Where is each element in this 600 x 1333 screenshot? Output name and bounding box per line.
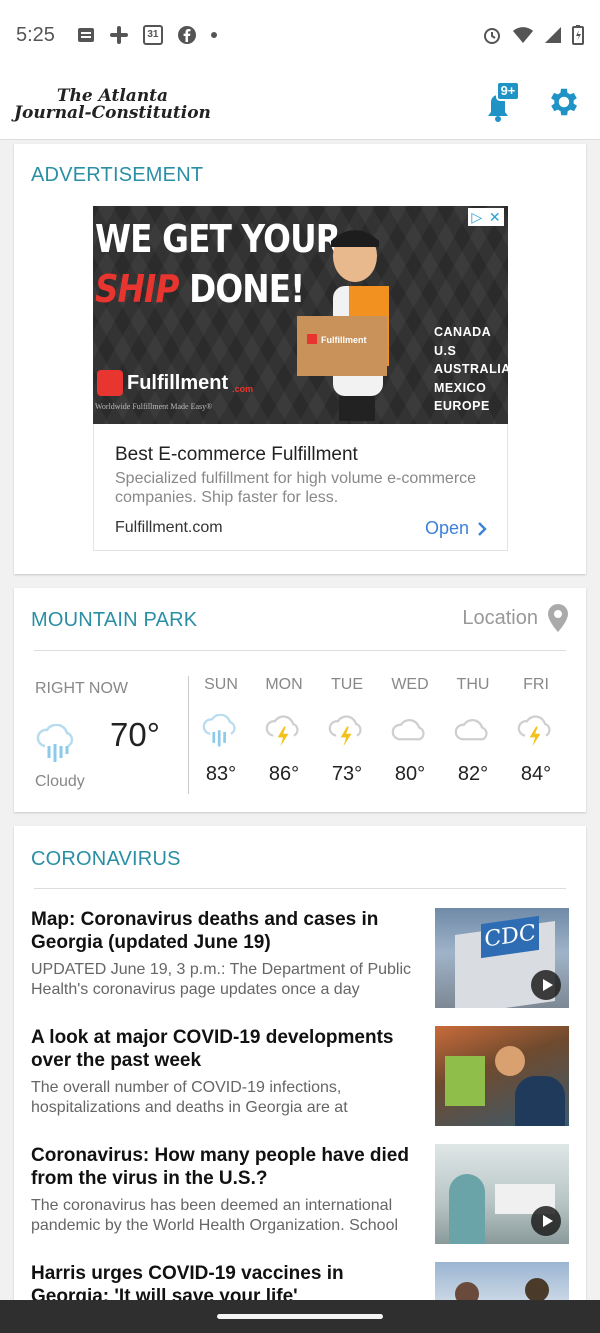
story-thumbnail[interactable]: CDC bbox=[435, 908, 569, 1008]
forecast-day[interactable]: FRI 84° bbox=[506, 676, 566, 786]
map-pin-icon bbox=[548, 604, 568, 632]
forecast-temperature: 82° bbox=[457, 763, 489, 785]
advertisement-label: ADVERTISEMENT bbox=[31, 164, 204, 186]
status-time: 5:25 bbox=[16, 23, 55, 46]
dot-icon bbox=[210, 32, 217, 38]
right-now-label: RIGHT NOW bbox=[35, 680, 129, 697]
forecast-temperature: 73° bbox=[331, 763, 363, 785]
story-headline[interactable]: Coronavirus: How many people have died f… bbox=[31, 1144, 411, 1190]
forecast-day-label: SUN bbox=[204, 676, 238, 693]
weather-vertical-divider bbox=[188, 676, 189, 794]
story-thumbnail[interactable] bbox=[435, 1144, 569, 1244]
coronavirus-news-card: CORONAVIRUS Map: Coronavirus deaths and … bbox=[14, 826, 586, 1333]
thunderstorm-icon bbox=[328, 715, 362, 747]
forecast-day-label: THU bbox=[456, 676, 490, 693]
current-temperature: 70° bbox=[110, 716, 160, 753]
battery-icon bbox=[572, 25, 584, 45]
location-button[interactable]: Location bbox=[462, 604, 568, 632]
weather-card[interactable]: MOUNTAIN PARK Location RIGHT NOW 70° Clo… bbox=[14, 588, 586, 812]
forecast-day[interactable]: THU 82° bbox=[443, 676, 503, 786]
settings-button[interactable] bbox=[546, 84, 582, 120]
gear-icon bbox=[551, 88, 578, 116]
forecast-day-label: MON bbox=[265, 676, 303, 693]
notification-badge: 9+ bbox=[496, 81, 520, 101]
home-gesture-handle[interactable] bbox=[217, 1314, 383, 1319]
news-story[interactable]: A look at major COVID-19 developments ov… bbox=[31, 1026, 571, 1126]
forecast-day[interactable]: MON 86° bbox=[254, 676, 314, 786]
thunderstorm-icon bbox=[517, 715, 551, 747]
weather-divider bbox=[34, 650, 566, 651]
weather-location-name: MOUNTAIN PARK bbox=[31, 609, 198, 631]
forecast-temperature: 80° bbox=[394, 763, 426, 785]
facebook-icon bbox=[177, 26, 196, 44]
cloud-icon bbox=[454, 718, 488, 741]
ad-description: Specialized fulfillment for high volume … bbox=[115, 470, 477, 506]
ad-box-label: Fulfillment bbox=[321, 335, 367, 345]
calendar-icon: 31 bbox=[142, 25, 163, 45]
app-header: The Atlanta Journal-Constitution 9+ bbox=[0, 70, 600, 140]
video-play-icon[interactable] bbox=[531, 1206, 561, 1236]
forecast-day[interactable]: SUN 83° bbox=[191, 676, 251, 786]
chevron-right-icon bbox=[478, 521, 487, 536]
delivery-person-illustration: Fulfillment bbox=[297, 230, 389, 421]
forecast-day-label: FRI bbox=[523, 676, 549, 693]
forecast-day[interactable]: WED 80° bbox=[380, 676, 440, 786]
story-headline[interactable]: Map: Coronavirus deaths and cases in Geo… bbox=[31, 908, 411, 954]
message-icon bbox=[77, 28, 94, 42]
forecast-temperature: 86° bbox=[268, 763, 300, 785]
alarm-icon bbox=[484, 28, 500, 44]
rain-icon bbox=[36, 724, 74, 762]
close-icon[interactable]: ✕ bbox=[489, 209, 501, 226]
ad-country-list: CANADA U.S AUSTRALIA MEXICO EUROPE bbox=[434, 325, 508, 413]
forecast-temperature: 83° bbox=[205, 763, 237, 785]
ad-choices-button[interactable]: ▷ ✕ bbox=[468, 208, 504, 226]
play-triangle-icon: ▷ bbox=[471, 208, 483, 225]
forecast-temperature: 84° bbox=[520, 763, 552, 785]
ad-title: Best E-commerce Fulfillment bbox=[115, 444, 358, 465]
story-headline[interactable]: A look at major COVID-19 developments ov… bbox=[31, 1026, 411, 1072]
ad-open-button[interactable]: Open bbox=[425, 518, 487, 539]
forecast-day-label: TUE bbox=[331, 676, 363, 693]
story-thumbnail[interactable] bbox=[435, 1026, 569, 1126]
ad-banner-brand: Fulfillment .com bbox=[97, 370, 253, 396]
ad-text-panel[interactable]: Best E-commerce Fulfillment Specialized … bbox=[93, 424, 508, 551]
news-divider bbox=[34, 888, 566, 889]
news-story[interactable]: Map: Coronavirus deaths and cases in Geo… bbox=[31, 908, 571, 1008]
story-summary: The overall number of COVID-19 infection… bbox=[31, 1079, 348, 1116]
status-bar: 5:25 31 bbox=[0, 0, 600, 70]
story-summary: The coronavirus has been deemed an inter… bbox=[31, 1197, 399, 1234]
thunderstorm-icon bbox=[265, 715, 299, 747]
cloud-icon bbox=[391, 718, 425, 741]
forecast-day-label: WED bbox=[391, 676, 429, 693]
ad-domain: Fulfillment.com bbox=[115, 519, 223, 536]
wifi-icon bbox=[513, 27, 533, 43]
ad-banner-image[interactable]: WE GET YOUR SHIP DONE! Fulfillment Fulfi… bbox=[93, 206, 508, 424]
current-condition: Cloudy bbox=[35, 773, 85, 790]
forecast-day[interactable]: TUE 73° bbox=[317, 676, 377, 786]
slack-icon bbox=[109, 26, 128, 44]
ad-banner-tagline: Worldwide Fulfillment Made Easy® bbox=[95, 402, 213, 411]
advertisement-card: ADVERTISEMENT WE GET YOUR SHIP DONE! Ful… bbox=[14, 144, 586, 574]
rain-icon bbox=[202, 714, 236, 747]
ajc-logo[interactable]: The Atlanta Journal-Constitution bbox=[14, 87, 211, 122]
video-play-icon[interactable] bbox=[531, 970, 561, 1000]
news-story[interactable]: Coronavirus: How many people have died f… bbox=[31, 1144, 571, 1244]
notifications-button[interactable]: 9+ bbox=[474, 80, 522, 128]
story-summary: UPDATED June 19, 3 p.m.: The Department … bbox=[31, 961, 412, 998]
signal-icon bbox=[545, 27, 561, 43]
news-section-title: CORONAVIRUS bbox=[31, 848, 181, 870]
system-nav-bar bbox=[0, 1300, 600, 1333]
